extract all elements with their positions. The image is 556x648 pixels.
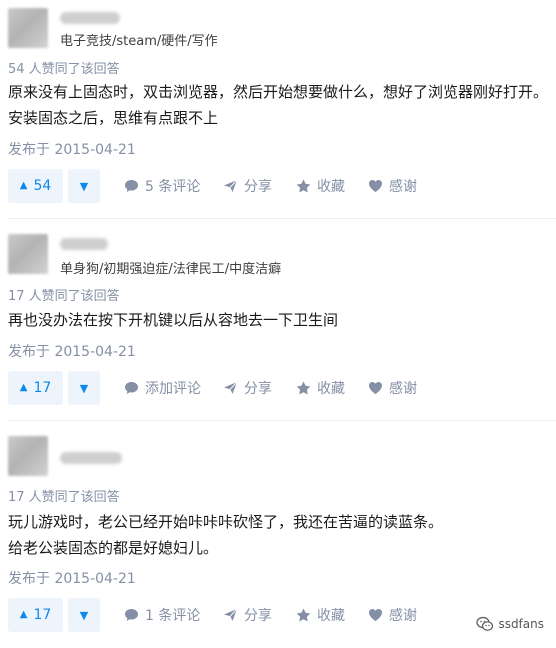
divider	[8, 420, 556, 421]
author-info	[8, 436, 508, 476]
vote-down-icon: ▼	[79, 381, 89, 395]
comment-icon	[125, 180, 138, 192]
answer-card-3: 17 人赞同了该回答 玩儿游戏时，老公已经开始咔咔咔砍怪了，我还在苦逼的读蓝条。…	[0, 428, 556, 648]
comment-label: 5 条评论	[145, 179, 201, 195]
vote-up-button[interactable]: ▲ 17	[8, 598, 63, 632]
thanks-label: 感谢	[389, 608, 417, 624]
vote-down-icon: ▼	[79, 608, 89, 622]
star-icon	[296, 381, 311, 395]
collect-label: 收藏	[317, 179, 345, 195]
author-name-blurred[interactable]	[60, 238, 108, 250]
vote-count: 17	[33, 380, 52, 396]
comment-icon	[125, 382, 138, 394]
vote-down-button[interactable]: ▼	[68, 169, 100, 203]
vote-down-icon: ▼	[79, 179, 89, 193]
thanks-button[interactable]: 感谢	[368, 169, 417, 203]
answer-line: 玩儿游戏时，老公已经开始咔咔咔砍怪了，我还在苦逼的读蓝条。	[8, 513, 444, 531]
share-button[interactable]: 分享	[223, 169, 272, 203]
collect-label: 收藏	[317, 608, 345, 624]
answer-line: 再也没办法在按下开机键以后从容地去一下卫生间	[8, 311, 339, 329]
answer-line: 安装固态之后，思维有点跟不上	[8, 109, 219, 127]
thanks-label: 感谢	[389, 381, 417, 397]
collect-label: 收藏	[317, 381, 345, 397]
author-info: 电子竞技/steam/硬件/写作	[8, 8, 508, 49]
avatar[interactable]	[8, 436, 48, 476]
wechat-icon	[476, 616, 494, 631]
answer-actions: ▲ 54 ▼ 5 条评论 分享 收藏 感谢	[8, 169, 548, 203]
answer-actions: ▲ 17 ▼ 添加评论 分享 收藏 感谢	[8, 371, 548, 405]
share-icon	[224, 608, 238, 621]
vote-up-icon: ▲	[19, 180, 28, 191]
author-bio: 电子竞技/steam/硬件/写作	[60, 34, 218, 49]
vote-down-button[interactable]: ▼	[68, 598, 100, 632]
vote-up-icon: ▲	[19, 609, 28, 620]
watermark-text: ssdfans	[498, 617, 544, 631]
collect-button[interactable]: 收藏	[296, 598, 345, 632]
vote-summary: 54 人赞同了该回答	[8, 62, 120, 77]
author-info: 单身狗/初期强迫症/法律民工/中度洁癖	[8, 234, 508, 277]
answer-line: 原来没有上固态时，双击浏览器，然后开始想要做什么，想好了浏览器刚好打开。	[8, 83, 549, 101]
comment-label: 添加评论	[145, 381, 201, 397]
vote-count: 17	[33, 607, 52, 623]
share-button[interactable]: 分享	[223, 598, 272, 632]
avatar[interactable]	[8, 8, 48, 48]
collect-button[interactable]: 收藏	[296, 371, 345, 405]
vote-down-button[interactable]: ▼	[68, 371, 100, 405]
watermark: ssdfans	[476, 616, 544, 632]
vote-count: 54	[33, 178, 52, 194]
share-icon	[224, 179, 238, 192]
comment-button[interactable]: 1 条评论	[124, 598, 200, 632]
heart-icon	[369, 180, 382, 192]
vote-up-button[interactable]: ▲ 17	[8, 371, 63, 405]
heart-icon	[369, 609, 382, 621]
share-label: 分享	[244, 608, 272, 624]
comment-icon	[125, 609, 138, 621]
share-icon	[224, 381, 238, 394]
vote-summary: 17 人赞同了该回答	[8, 490, 120, 505]
vote-up-icon: ▲	[19, 382, 28, 393]
vote-up-button[interactable]: ▲ 54	[8, 169, 63, 203]
author-name-blurred[interactable]	[60, 452, 122, 464]
author-bio: 单身狗/初期强迫症/法律民工/中度洁癖	[60, 262, 282, 277]
comment-label: 1 条评论	[145, 608, 201, 624]
answer-actions: ▲ 17 ▼ 1 条评论 分享 收藏 感谢	[8, 598, 548, 632]
share-label: 分享	[244, 179, 272, 195]
answer-line: 给老公装固态的都是好媳妇儿。	[8, 539, 219, 557]
thanks-label: 感谢	[389, 179, 417, 195]
heart-icon	[369, 382, 382, 394]
thanks-button[interactable]: 感谢	[368, 598, 417, 632]
collect-button[interactable]: 收藏	[296, 169, 345, 203]
share-button[interactable]: 分享	[223, 371, 272, 405]
star-icon	[296, 608, 311, 622]
star-icon	[296, 179, 311, 193]
avatar[interactable]	[8, 234, 48, 274]
publish-date[interactable]: 发布于 2015-04-21	[8, 139, 136, 159]
share-label: 分享	[244, 381, 272, 397]
answer-card-2: 单身狗/初期强迫症/法律民工/中度洁癖 17 人赞同了该回答 再也没办法在按下开…	[0, 226, 556, 421]
author-name-blurred[interactable]	[60, 12, 120, 24]
thanks-button[interactable]: 感谢	[368, 371, 417, 405]
answer-card-1: 电子竞技/steam/硬件/写作 54 人赞同了该回答 原来没有上固态时，双击浏…	[0, 0, 556, 219]
comment-button[interactable]: 添加评论	[124, 371, 201, 405]
comment-button[interactable]: 5 条评论	[124, 169, 200, 203]
vote-summary: 17 人赞同了该回答	[8, 289, 120, 304]
divider	[8, 218, 556, 219]
publish-date[interactable]: 发布于 2015-04-21	[8, 341, 136, 361]
publish-date[interactable]: 发布于 2015-04-21	[8, 568, 136, 588]
